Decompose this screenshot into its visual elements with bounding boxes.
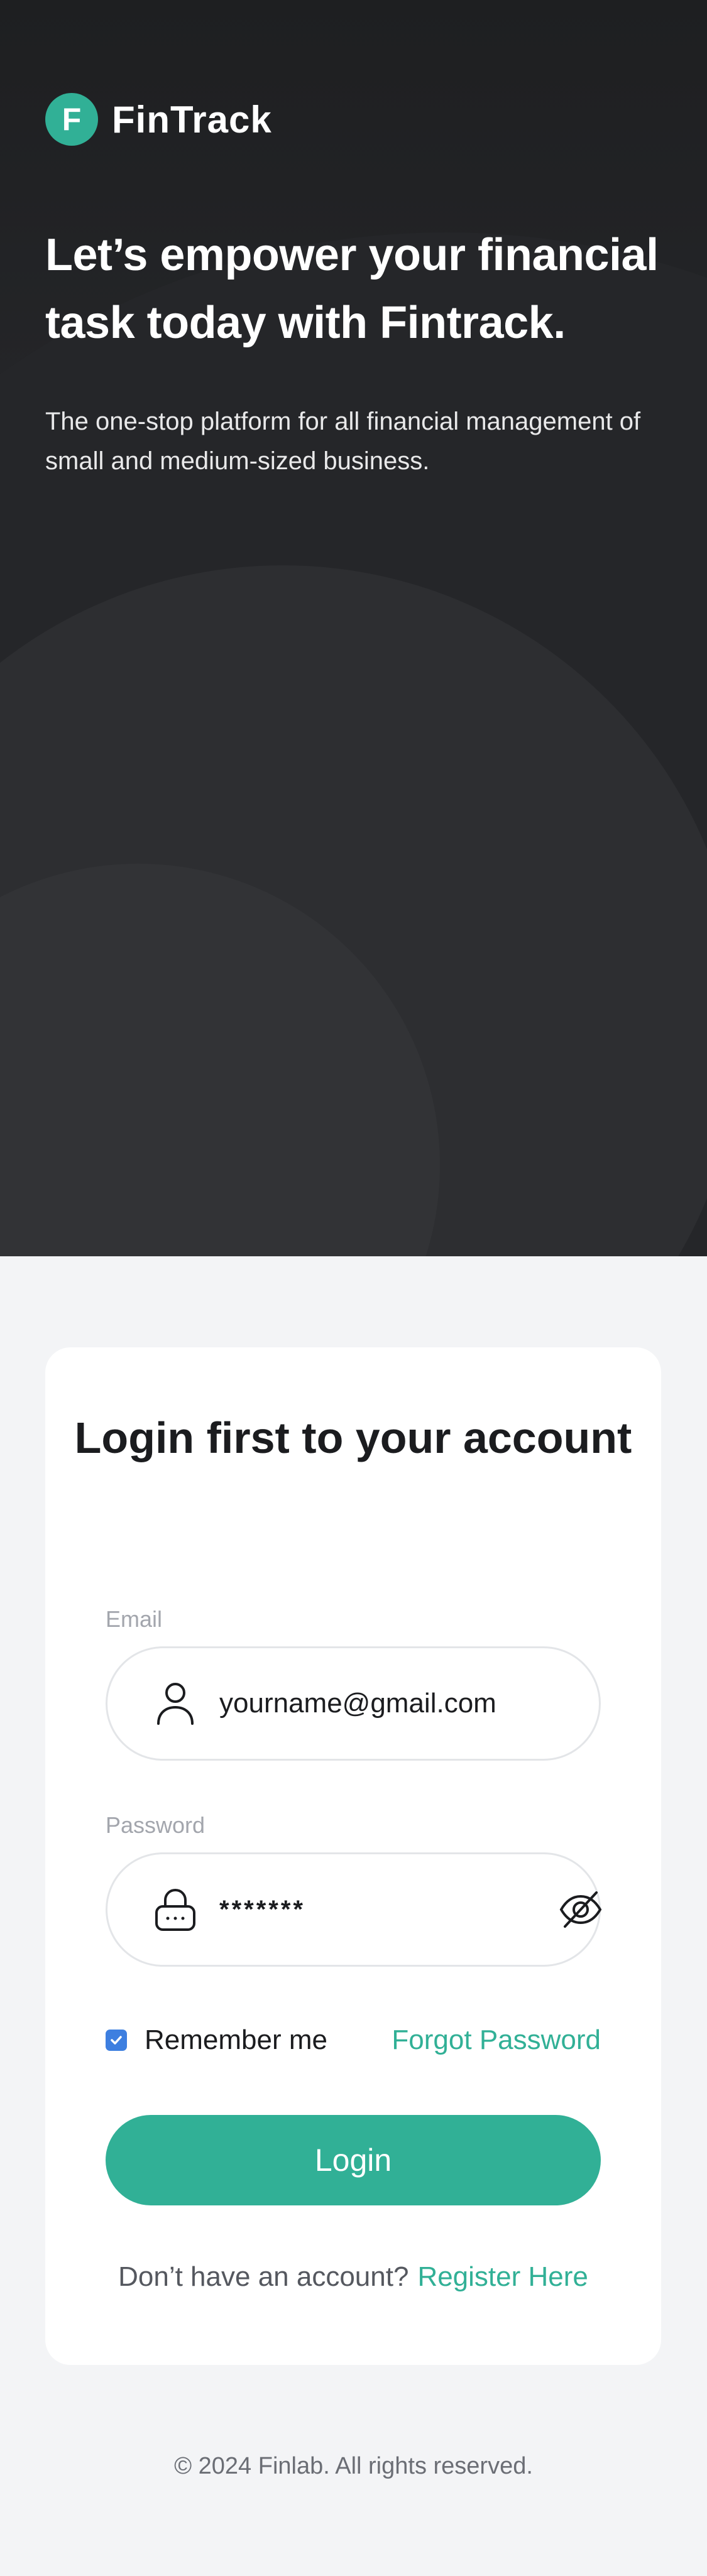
user-icon [153,1681,198,1726]
password-input[interactable] [219,1884,556,1935]
eye-off-icon[interactable] [556,1884,606,1935]
brand-logo: F [45,93,98,146]
password-field-wrapper [106,1852,602,1967]
register-row: Don’t have an account? Register Here [45,2261,661,2293]
login-title: Login first to your account [74,1413,632,1462]
email-label: Email [106,1606,163,1632]
hero-subtitle: The one-stop platform for all financial … [45,408,641,475]
background-arc [0,232,707,1256]
lock-icon [153,1887,198,1932]
login-card: Login first to your account Email Passwo… [45,1347,661,2365]
register-prompt: Don’t have an account? [118,2261,409,2292]
background-arc [0,565,707,1256]
remember-me-checkbox[interactable] [106,2030,127,2051]
brand-logo-letter: F [62,102,82,137]
register-link[interactable]: Register Here [417,2261,588,2292]
email-field-wrapper [106,1646,601,1761]
forgot-password-link[interactable]: Forgot Password [392,2018,601,2062]
email-input[interactable] [219,1678,599,1729]
hero-title: Let’s empower your financial task today … [45,230,659,348]
footer-copyright: © 2024 Finlab. All rights reserved. [174,2453,533,2479]
brand: F FinTrack [45,93,272,146]
login-button[interactable]: Login [106,2115,601,2205]
remember-me-toggle[interactable]: Remember me [106,2018,327,2062]
background-arc [0,864,440,1256]
login-options-row: Remember me Forgot Password [106,2018,601,2062]
hero-section: F FinTrack Let’s empower your financial … [0,0,707,1256]
remember-me-label: Remember me [145,2024,327,2055]
brand-name: FinTrack [112,98,272,141]
password-label: Password [106,1812,206,1838]
